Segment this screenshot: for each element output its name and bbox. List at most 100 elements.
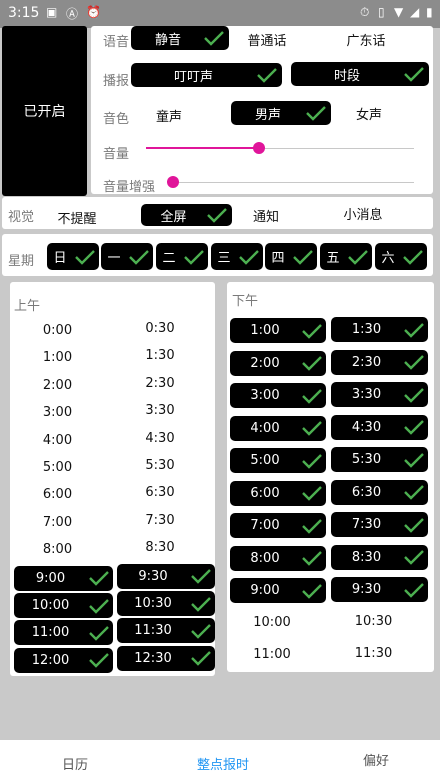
- voice-option-mandarin[interactable]: 普通话: [232, 30, 302, 49]
- boost-slider-thumb[interactable]: [167, 176, 179, 188]
- time-slot-label: 5:30: [351, 452, 382, 467]
- visual-option-small-message[interactable]: 小消息: [332, 204, 394, 223]
- time-slot-selected[interactable]: 12:00: [14, 647, 113, 673]
- time-slot-selected[interactable]: 5:30: [331, 447, 428, 472]
- visual-option-fullscreen[interactable]: 全屏: [141, 204, 232, 226]
- time-slot[interactable]: 11:30: [334, 646, 414, 661]
- time-slot-selected[interactable]: 9:00: [230, 578, 326, 603]
- week-day-5[interactable]: 五: [320, 243, 372, 270]
- time-slot-selected[interactable]: 8:30: [331, 544, 428, 570]
- time-slot-label: 6:30: [351, 484, 382, 500]
- week-day-3[interactable]: 三: [211, 243, 263, 270]
- voice-option-mute[interactable]: 静音: [131, 26, 229, 50]
- time-slot[interactable]: 8:00: [18, 542, 98, 557]
- time-slot-selected[interactable]: 3:30: [331, 382, 428, 407]
- time-slot-selected[interactable]: 6:30: [331, 479, 428, 505]
- visual-option-notification[interactable]: 通知: [238, 206, 294, 225]
- visual-option-fullscreen-label: 全屏: [160, 209, 187, 225]
- time-slot-selected[interactable]: 7:30: [331, 512, 428, 537]
- time-slot[interactable]: 2:30: [120, 376, 200, 391]
- time-slot-label: 3:30: [351, 387, 382, 402]
- check-icon: [404, 452, 424, 468]
- timbre-option-male[interactable]: 男声: [231, 101, 331, 125]
- time-slot-selected[interactable]: 9:00: [14, 565, 113, 591]
- time-slot[interactable]: 0:30: [120, 321, 200, 336]
- time-slot-selected[interactable]: 9:30: [117, 563, 215, 589]
- time-slot[interactable]: 1:00: [18, 350, 98, 365]
- volume-label: 音量: [103, 147, 130, 162]
- time-slot-selected[interactable]: 1:30: [331, 317, 428, 342]
- master-switch-button[interactable]: 已开启: [2, 26, 87, 196]
- check-icon: [184, 249, 204, 265]
- week-day-0[interactable]: 日: [47, 243, 99, 270]
- time-slot-selected[interactable]: 2:00: [230, 350, 326, 376]
- time-slot-selected[interactable]: 1:00: [230, 318, 326, 343]
- check-icon: [302, 518, 322, 534]
- check-icon: [404, 517, 424, 533]
- week-day-label: 六: [381, 251, 395, 266]
- time-slot-selected[interactable]: 11:00: [14, 620, 113, 646]
- time-slot-selected[interactable]: 7:00: [230, 513, 326, 538]
- time-slot[interactable]: 11:00: [232, 647, 312, 662]
- check-icon: [89, 653, 109, 668]
- broadcast-option-ding[interactable]: 叮叮声: [131, 63, 282, 87]
- check-icon: [404, 67, 424, 82]
- time-slot-selected[interactable]: 11:30: [117, 618, 215, 644]
- visual-option-none[interactable]: 不提醒: [46, 208, 108, 227]
- time-slot[interactable]: 6:00: [18, 487, 98, 502]
- time-slot-selected[interactable]: 6:00: [230, 480, 326, 506]
- time-slot-selected[interactable]: 9:30: [331, 577, 428, 602]
- signal-icon: ◢: [410, 5, 420, 19]
- nav-preferences[interactable]: 偏好: [363, 750, 389, 769]
- time-slot-selected[interactable]: 4:00: [230, 415, 326, 441]
- time-slot[interactable]: 5:30: [120, 458, 200, 473]
- time-slot-selected[interactable]: 10:00: [14, 593, 113, 618]
- boost-slider-track[interactable]: [173, 182, 414, 183]
- voice-option-cantonese[interactable]: 广东话: [331, 30, 401, 49]
- week-day-4[interactable]: 四: [265, 243, 317, 270]
- time-slot-selected[interactable]: 10:30: [117, 591, 215, 616]
- volume-slider-thumb[interactable]: [252, 142, 265, 154]
- timbre-option-female[interactable]: 女声: [340, 104, 398, 123]
- check-icon: [302, 388, 322, 404]
- time-slot[interactable]: 2:00: [18, 378, 98, 393]
- time-slot-selected[interactable]: 5:00: [230, 448, 326, 473]
- time-slot[interactable]: 8:30: [120, 540, 200, 555]
- week-label: 星期: [8, 254, 35, 269]
- time-slot[interactable]: 4:00: [18, 433, 98, 448]
- time-slot[interactable]: 7:30: [120, 513, 200, 528]
- week-day-label: 四: [271, 251, 285, 266]
- wifi-icon: ▼: [394, 5, 404, 19]
- bottom-nav: 日历 整点报时 偏好: [0, 740, 440, 782]
- week-day-2[interactable]: 二: [156, 243, 208, 270]
- time-slot-label: 1:00: [250, 323, 280, 338]
- time-slot[interactable]: 7:00: [18, 515, 98, 530]
- time-slot[interactable]: 6:30: [120, 485, 200, 500]
- time-slot[interactable]: 3:00: [18, 405, 98, 420]
- week-day-6[interactable]: 六: [375, 243, 427, 270]
- time-slot-selected[interactable]: 8:00: [230, 545, 326, 571]
- alarm-status-icon: ⏱: [360, 5, 370, 19]
- timbre-option-child[interactable]: 童声: [140, 106, 198, 125]
- check-icon: [239, 249, 259, 265]
- check-icon: [404, 387, 424, 403]
- time-slot-selected[interactable]: 2:30: [331, 349, 428, 375]
- broadcast-option-period[interactable]: 时段: [291, 62, 429, 86]
- time-slot[interactable]: 10:00: [232, 615, 312, 630]
- time-slot-selected[interactable]: 12:30: [117, 645, 215, 671]
- check-icon: [293, 249, 313, 265]
- time-slot[interactable]: 5:00: [18, 460, 98, 475]
- time-slot-selected[interactable]: 4:30: [331, 414, 428, 440]
- time-slot-label: 12:00: [31, 652, 70, 668]
- time-slot[interactable]: 10:30: [334, 614, 414, 629]
- voice-label: 语音: [103, 35, 130, 50]
- time-slot[interactable]: 1:30: [120, 348, 200, 363]
- check-icon: [404, 420, 424, 435]
- nav-hourly-chime[interactable]: 整点报时: [197, 754, 249, 773]
- week-day-1[interactable]: 一: [101, 243, 153, 270]
- time-slot[interactable]: 3:30: [120, 403, 200, 418]
- nav-calendar[interactable]: 日历: [62, 754, 88, 773]
- time-slot[interactable]: 0:00: [18, 323, 98, 338]
- time-slot[interactable]: 4:30: [120, 431, 200, 446]
- time-slot-selected[interactable]: 3:00: [230, 383, 326, 408]
